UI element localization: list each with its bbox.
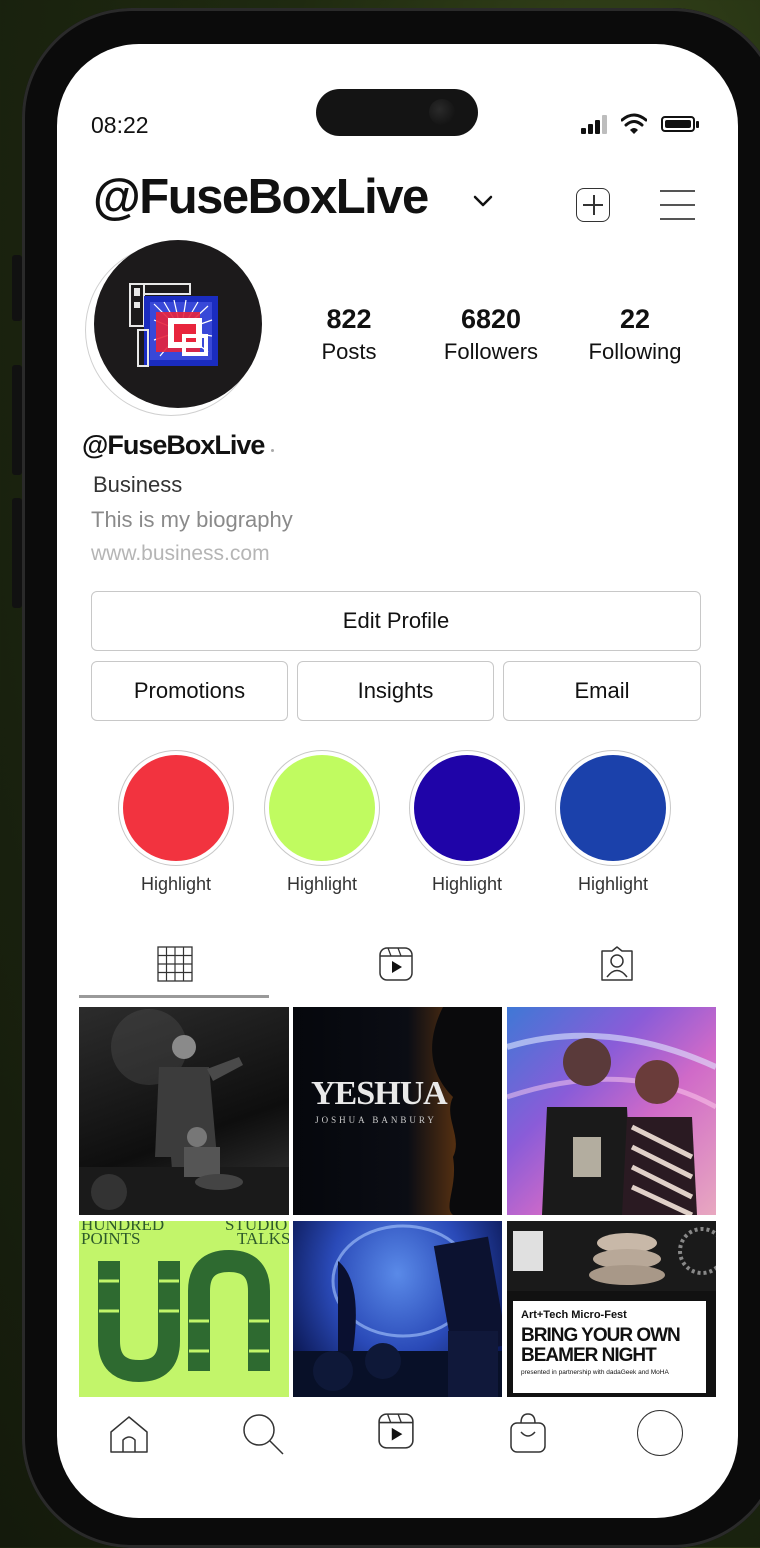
stat-followers[interactable]: 6820 Followers xyxy=(431,302,551,368)
post-flyer: Art+Tech Micro-Fest BRING YOUR OWN BEAME… xyxy=(513,1301,706,1393)
story-highlight[interactable]: Highlight xyxy=(408,750,526,895)
search-icon[interactable] xyxy=(241,1412,285,1456)
promotions-button[interactable]: Promotions xyxy=(91,661,288,721)
create-post-button[interactable] xyxy=(576,188,610,222)
phone-screen: 08:22 @FuseBoxLive 822 Posts 6820 Follow… xyxy=(57,44,738,1518)
post-tile[interactable] xyxy=(79,1007,289,1215)
highlight-ring xyxy=(409,750,525,866)
insights-button[interactable]: Insights xyxy=(297,661,494,721)
stat-followers-value: 6820 xyxy=(460,304,522,334)
stat-following-label: Following xyxy=(588,339,682,364)
stat-following[interactable]: 22 Following xyxy=(575,302,695,368)
shop-icon[interactable] xyxy=(509,1412,547,1454)
home-icon[interactable] xyxy=(107,1412,151,1456)
hamburger-menu-icon[interactable] xyxy=(660,190,695,220)
highlight-ring xyxy=(264,750,380,866)
flyer-credit: presented in partnership with dadaGeek a… xyxy=(521,1369,669,1376)
highlight-ring xyxy=(555,750,671,866)
stat-posts-label: Posts xyxy=(321,339,377,364)
avatar[interactable] xyxy=(94,240,262,408)
post-tile[interactable]: YESHUA JOSHUA BANBURY xyxy=(293,1007,502,1215)
post-image xyxy=(293,1224,502,1397)
flyer-headline-1: BRING YOUR OWN xyxy=(521,1325,681,1346)
tagged-icon[interactable] xyxy=(599,946,635,982)
side-button-volume-down xyxy=(12,498,22,608)
fusebox-logo xyxy=(129,283,218,367)
reels-icon[interactable] xyxy=(377,1412,415,1450)
profile-name: @FuseBoxLive xyxy=(82,430,265,460)
reels-icon[interactable] xyxy=(378,946,414,982)
stat-posts-value: 822 xyxy=(326,304,372,334)
flyer-headline-2: BEAMER NIGHT xyxy=(521,1345,657,1366)
side-button-volume-up xyxy=(12,365,22,475)
profile-icon[interactable] xyxy=(637,1410,683,1456)
post-tile[interactable]: HUNDRED POINTS STUDIO TALKS xyxy=(79,1221,289,1397)
post-tile[interactable] xyxy=(293,1221,502,1397)
grid-icon[interactable] xyxy=(157,946,193,982)
highlight-cover xyxy=(269,755,375,861)
account-username[interactable]: @FuseBoxLive xyxy=(93,169,429,225)
post-tile[interactable] xyxy=(507,1007,716,1215)
status-icons xyxy=(581,112,706,136)
highlight-ring xyxy=(118,750,234,866)
flyer-eyebrow: Art+Tech Micro-Fest xyxy=(521,1309,627,1321)
story-highlight[interactable]: Highlight xyxy=(117,750,235,895)
highlight-cover xyxy=(123,755,229,861)
profile-website-link[interactable]: www.business.com xyxy=(91,542,270,566)
battery-icon xyxy=(661,116,699,132)
chevron-down-icon[interactable] xyxy=(472,194,494,208)
story-highlight[interactable]: Highlight xyxy=(554,750,672,895)
highlight-cover xyxy=(560,755,666,861)
highlight-label: Highlight xyxy=(577,874,649,894)
profile-bio: This is my biography xyxy=(91,507,293,532)
post-image xyxy=(79,1009,289,1215)
active-tab-indicator xyxy=(79,995,269,998)
wifi-icon xyxy=(621,113,647,134)
profile-category: Business xyxy=(93,472,183,497)
bottom-navigation xyxy=(57,1398,738,1468)
name-divider-dot xyxy=(271,449,274,452)
highlight-label: Highlight xyxy=(140,874,212,894)
story-highlight[interactable]: Highlight xyxy=(263,750,381,895)
stat-following-value: 22 xyxy=(619,304,651,334)
email-button[interactable]: Email xyxy=(503,661,701,721)
post-image xyxy=(98,1249,270,1383)
post-image xyxy=(507,1032,716,1215)
highlight-label: Highlight xyxy=(286,874,358,894)
post-title-text: YESHUA xyxy=(311,1075,448,1112)
post-subtitle-text: JOSHUA BANBURY xyxy=(315,1115,437,1125)
edit-profile-button[interactable]: Edit Profile xyxy=(91,591,701,651)
front-camera xyxy=(429,99,455,125)
stat-followers-label: Followers xyxy=(443,339,539,364)
side-button-action xyxy=(12,255,22,321)
stat-posts[interactable]: 822 Posts xyxy=(309,302,389,368)
highlight-label: Highlight xyxy=(431,874,503,894)
status-time: 08:22 xyxy=(91,112,149,138)
post-tile[interactable]: Art+Tech Micro-Fest BRING YOUR OWN BEAME… xyxy=(507,1221,716,1397)
highlight-cover xyxy=(414,755,520,861)
